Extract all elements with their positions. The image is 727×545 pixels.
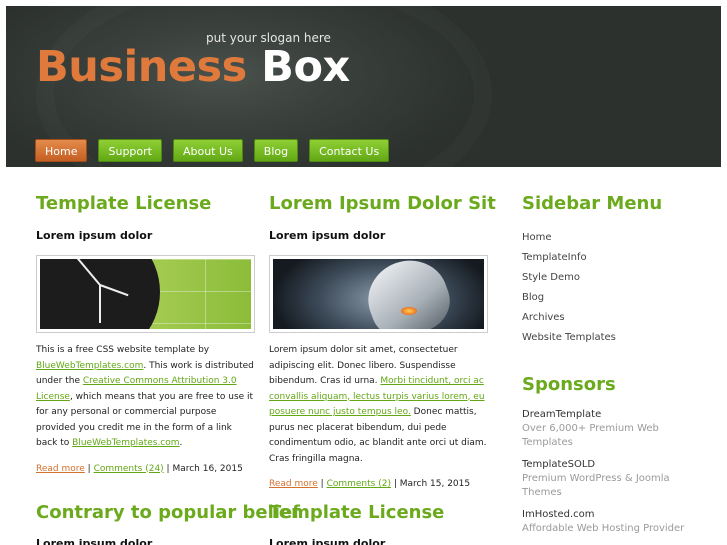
post-subtitle: Lorem ipsum dolor — [36, 537, 153, 545]
sponsor-item: TemplateSOLD Premium WordPress & Joomla … — [522, 459, 712, 500]
post-title[interactable]: Lorem Ipsum Dolor Sit — [269, 193, 496, 214]
comments-link[interactable]: Comments (2) — [327, 479, 391, 489]
nav-blog[interactable]: Blog — [253, 139, 299, 162]
comments-link[interactable]: Comments (24) — [94, 464, 164, 474]
main-nav: Home Support About Us Blog Contact Us — [35, 139, 390, 162]
post-title[interactable]: Contrary to popular belief — [36, 502, 300, 523]
sponsors: Sponsors DreamTemplate Over 6,000+ Premi… — [522, 374, 712, 536]
sidebar-item-website-templates[interactable]: Website Templates — [522, 328, 712, 348]
post-template-license-2: Template License Lorem ipsum dolor — [269, 502, 489, 545]
post-meta: Read more | Comments (24) | March 16, 20… — [36, 463, 243, 474]
sponsor-desc: Affordable Web Hosting Provider — [522, 523, 685, 534]
sidebar-item-archives[interactable]: Archives — [522, 308, 712, 328]
sponsors-title: Sponsors — [522, 374, 616, 395]
nav-support[interactable]: Support — [98, 139, 162, 162]
sponsor-name[interactable]: TemplateSOLD — [522, 459, 712, 470]
sponsor-name[interactable]: DreamTemplate — [522, 409, 712, 420]
nav-about-us[interactable]: About Us — [172, 139, 243, 162]
site-logo[interactable]: Business Box — [36, 46, 350, 89]
sponsor-desc: Over 6,000+ Premium Web Templates — [522, 423, 659, 448]
logo-part-box: Box — [261, 42, 350, 92]
clock-image — [36, 255, 255, 333]
post-subtitle: Lorem ipsum dolor — [269, 537, 386, 545]
post-subtitle: Lorem ipsum dolor — [36, 229, 153, 242]
post-meta: Read more | Comments (2) | March 15, 201… — [269, 479, 471, 489]
site-header: put your slogan here Business Box Home S… — [6, 6, 721, 167]
nav-home[interactable]: Home — [35, 139, 88, 162]
read-more-link[interactable]: Read more — [36, 464, 85, 474]
post-title[interactable]: Template License — [36, 193, 256, 214]
logo-part-business: Business — [36, 42, 247, 92]
sponsor-item: ImHosted.com Affordable Web Hosting Prov… — [522, 509, 712, 536]
mouse-image — [269, 255, 488, 333]
nav-contact-us[interactable]: Contact Us — [309, 139, 390, 162]
post-contrary: Contrary to popular belief Lorem ipsum d… — [36, 502, 300, 545]
post-date: March 15, 2015 — [399, 479, 471, 489]
sponsor-item: DreamTemplate Over 6,000+ Premium Web Te… — [522, 409, 712, 450]
sidebar-item-style-demo[interactable]: Style Demo — [522, 268, 712, 288]
sidebar-item-templateinfo[interactable]: TemplateInfo — [522, 248, 712, 268]
link-bluewebtemplates-2[interactable]: BlueWebTemplates.com — [72, 438, 179, 448]
post-template-license: Template License Lorem ipsum dolor This … — [36, 193, 256, 474]
post-body: This is a free CSS website template by B… — [36, 345, 254, 448]
sponsor-desc: Premium WordPress & Joomla Themes — [522, 473, 670, 498]
post-title[interactable]: Template License — [269, 502, 489, 523]
read-more-link[interactable]: Read more — [269, 479, 318, 489]
post-body: Lorem ipsum dolor sit amet, consectetuer… — [269, 345, 487, 464]
sidebar-item-blog[interactable]: Blog — [522, 288, 712, 308]
sponsor-name[interactable]: ImHosted.com — [522, 509, 712, 520]
link-bluewebtemplates[interactable]: BlueWebTemplates.com — [36, 361, 143, 371]
post-date: March 16, 2015 — [172, 463, 243, 474]
post-lorem-ipsum: Lorem Ipsum Dolor Sit Lorem ipsum dolor … — [269, 193, 496, 489]
sidebar-menu-title: Sidebar Menu — [522, 193, 663, 214]
sidebar-menu: Sidebar Menu Home TemplateInfo Style Dem… — [522, 193, 712, 348]
sidebar-item-home[interactable]: Home — [522, 228, 712, 248]
post-subtitle: Lorem ipsum dolor — [269, 229, 386, 242]
